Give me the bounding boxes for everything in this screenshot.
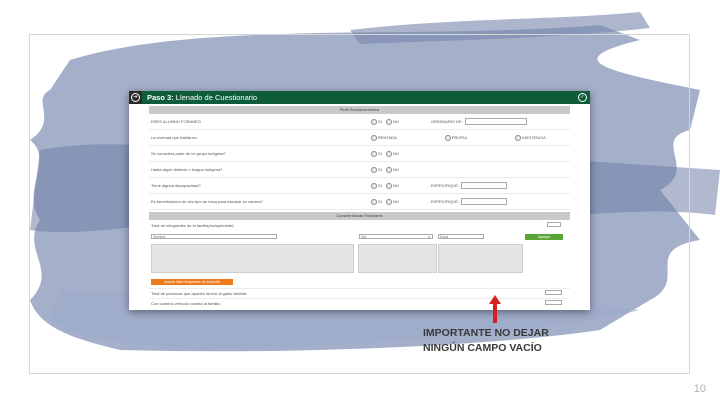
questionnaire-screenshot: ➜ Paso 3: Llenado de Cuestionario ✓ Perf…	[129, 91, 590, 310]
radio-si[interactable]: SI	[371, 198, 382, 205]
question-label: Se considera parte de un grupo indígena?	[151, 151, 226, 156]
question-label: ERES ALUMNO FORANEO	[151, 119, 201, 124]
section-perfil: Perfil Socioeconómico	[149, 106, 570, 114]
radio-propia[interactable]: PROPIA	[444, 134, 467, 141]
radio-no[interactable]: NO	[385, 118, 399, 125]
question-row: Es beneficiario/a de otro tipo de beca p…	[149, 194, 570, 210]
members-list-ages	[438, 244, 523, 273]
back-arrow-icon: ➜	[131, 93, 140, 102]
radio-si[interactable]: SI	[371, 182, 382, 189]
total-members-input[interactable]	[547, 222, 561, 227]
radio-asistencia[interactable]: ASISTENCIA	[514, 134, 546, 141]
slide-number: 10	[693, 383, 706, 395]
divider	[149, 288, 570, 289]
radio-no[interactable]: NO	[385, 166, 399, 173]
radio-rentada[interactable]: RENTADA	[371, 134, 397, 141]
question-row: Habla algún dialecto o lengua indígena? …	[149, 162, 570, 178]
step-label: Paso 3:	[147, 93, 174, 102]
contributors-label: Total de personas que aporten dinero al …	[151, 291, 248, 296]
back-button[interactable]: ➜	[129, 91, 142, 104]
other-scholarship-input[interactable]	[461, 198, 508, 205]
step-name: Llenado de Cuestionario	[175, 93, 258, 102]
members-list-names	[151, 244, 354, 273]
step-header: ➜ Paso 3: Llenado de Cuestionario ✓	[129, 91, 590, 104]
important-note: IMPORTANTE NO DEJAR NINGÚN CAMPO VACÍO	[423, 326, 549, 356]
question-row: Se considera parte de un grupo indígena?…	[149, 146, 570, 162]
radio-si[interactable]: SI	[371, 150, 382, 157]
contributors-input[interactable]	[545, 290, 562, 295]
total-members-label: Total de integrantes de la familia(inclu…	[151, 223, 235, 228]
members-list-relations	[358, 244, 437, 273]
clear-members-button[interactable]: Limpiar lista integrantes de la familia	[151, 279, 233, 285]
step-title: Paso 3: Llenado de Cuestionario	[147, 93, 578, 102]
agregar-button[interactable]: Agregar	[525, 234, 563, 240]
disability-input[interactable]	[461, 182, 508, 189]
radio-si[interactable]: SI	[371, 118, 382, 125]
question-row: ERES ALUMNO FORANEO SI NO ORIGINARIO DE:	[149, 114, 570, 130]
origin-input[interactable]	[464, 118, 527, 125]
radio-no[interactable]: NO	[385, 182, 399, 189]
extra-label: ESPECIFIQUE:	[431, 183, 460, 188]
question-label: Tiene alguna discapacidad?	[151, 183, 201, 188]
question-row: La vivienda que habita es: RENTADA PROPIA…	[149, 130, 570, 146]
question-label: Es beneficiario/a de otro tipo de beca p…	[151, 199, 263, 204]
radio-si[interactable]: SI	[371, 166, 382, 173]
edad-input[interactable]: Edad	[438, 234, 484, 239]
radio-no[interactable]: NO	[385, 150, 399, 157]
extra-label: ESPECIFIQUE:	[431, 199, 460, 204]
check-circle-icon[interactable]: ✓	[578, 93, 587, 102]
section-familia: Características Familiares	[149, 212, 570, 220]
note-line-2: NINGÚN CAMPO VACÍO	[423, 342, 542, 354]
radio-no[interactable]: NO	[385, 198, 399, 205]
extra-label: ORIGINARIO DE:	[431, 119, 463, 124]
parentesco-select[interactable]: Sel. ▾	[359, 234, 433, 239]
vehicles-label: Con cuantos vehículo cuenta la familia:	[151, 301, 221, 306]
question-label: La vivienda que habita es:	[151, 135, 198, 140]
note-line-1: IMPORTANTE NO DEJAR	[423, 327, 549, 339]
chevron-down-icon: ▾	[428, 235, 430, 239]
nombre-input[interactable]: Nombre	[151, 234, 277, 239]
question-row: Tiene alguna discapacidad? SI NO ESPECIFI…	[149, 178, 570, 194]
up-arrow-icon	[489, 295, 501, 323]
question-label: Habla algún dialecto o lengua indígena?	[151, 167, 223, 172]
vehicles-input[interactable]	[545, 300, 562, 305]
divider	[149, 298, 570, 299]
